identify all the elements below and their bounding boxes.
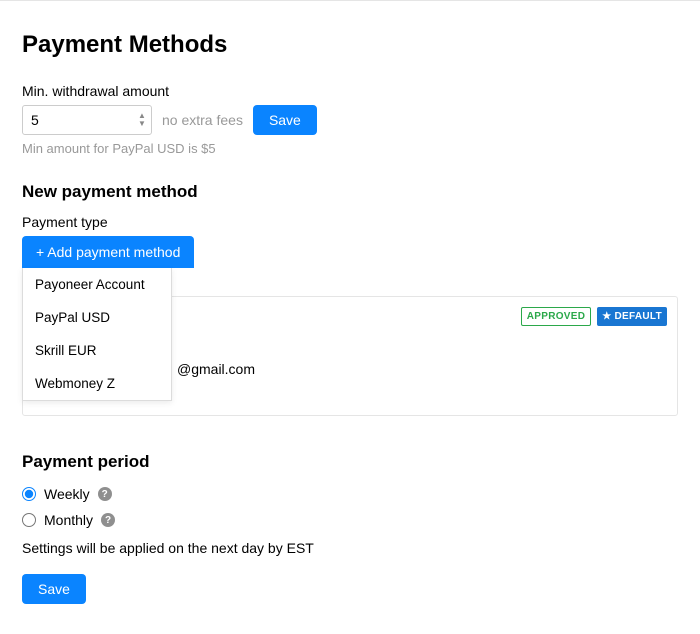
approved-badge: APPROVED bbox=[521, 307, 592, 326]
star-icon: ★ bbox=[602, 311, 611, 322]
monthly-radio[interactable] bbox=[22, 513, 36, 527]
help-icon[interactable]: ? bbox=[98, 487, 112, 501]
dropdown-item-skrill[interactable]: Skrill EUR bbox=[23, 334, 171, 367]
stepper-icon[interactable]: ▲▼ bbox=[134, 107, 150, 133]
payment-period-heading: Payment period bbox=[22, 452, 678, 472]
weekly-label: Weekly bbox=[44, 486, 90, 502]
help-icon[interactable]: ? bbox=[101, 513, 115, 527]
dropdown-item-paypal[interactable]: PayPal USD bbox=[23, 301, 171, 334]
save-withdrawal-button[interactable]: Save bbox=[253, 105, 317, 135]
fees-text: no extra fees bbox=[162, 112, 243, 128]
default-badge: ★ DEFAULT bbox=[597, 307, 667, 326]
new-method-heading: New payment method bbox=[22, 182, 678, 202]
add-payment-method-button[interactable]: + Add payment method bbox=[22, 236, 194, 268]
payment-type-label: Payment type bbox=[22, 214, 678, 230]
default-badge-label: DEFAULT bbox=[615, 311, 662, 322]
withdrawal-label: Min. withdrawal amount bbox=[22, 83, 678, 99]
weekly-radio[interactable] bbox=[22, 487, 36, 501]
withdrawal-amount-input[interactable] bbox=[22, 105, 152, 135]
dropdown-item-webmoney[interactable]: Webmoney Z bbox=[23, 367, 171, 400]
payment-type-dropdown: Payoneer Account PayPal USD Skrill EUR W… bbox=[22, 268, 172, 401]
dropdown-item-payoneer[interactable]: Payoneer Account bbox=[23, 268, 171, 301]
monthly-label: Monthly bbox=[44, 512, 93, 528]
period-note: Settings will be applied on the next day… bbox=[22, 540, 678, 556]
withdrawal-hint: Min amount for PayPal USD is $5 bbox=[22, 141, 678, 156]
page-title: Payment Methods bbox=[22, 31, 678, 59]
